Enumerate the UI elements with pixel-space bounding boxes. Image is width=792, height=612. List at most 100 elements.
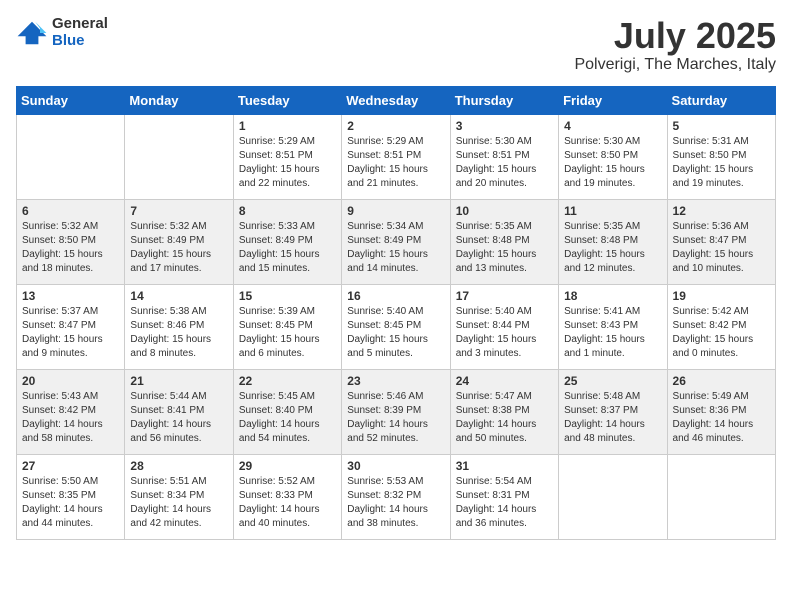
- day-info: Sunrise: 5:44 AMSunset: 8:41 PMDaylight:…: [130, 390, 227, 446]
- day-info: Sunrise: 5:52 AMSunset: 8:33 PMDaylight:…: [239, 475, 336, 531]
- day-info: Sunrise: 5:32 AMSunset: 8:50 PMDaylight:…: [22, 220, 119, 276]
- day-number: 18: [564, 289, 661, 303]
- table-row: 21 Sunrise: 5:44 AMSunset: 8:41 PMDayligh…: [125, 369, 233, 454]
- table-row: 14Sunrise: 5:38 AMSunset: 8:46 PMDayligh…: [125, 284, 233, 369]
- table-row: 30Sunrise: 5:53 AMSunset: 8:32 PMDayligh…: [342, 454, 450, 539]
- table-row: 25Sunrise: 5:48 AMSunset: 8:37 PMDayligh…: [559, 369, 667, 454]
- day-info: Sunrise: 5:35 AMSunset: 8:48 PMDaylight:…: [456, 220, 553, 276]
- day-number: 15: [239, 289, 336, 303]
- table-row: 2 Sunrise: 5:29 AMSunset: 8:51 PMDaylight…: [342, 114, 450, 199]
- calendar-week-row: 20Sunrise: 5:43 AMSunset: 8:42 PMDayligh…: [17, 369, 776, 454]
- table-row: 6 Sunrise: 5:32 AMSunset: 8:50 PMDaylight…: [17, 199, 125, 284]
- day-number: 28: [130, 459, 227, 473]
- table-row: 15 Sunrise: 5:39 AMSunset: 8:45 PMDayligh…: [233, 284, 341, 369]
- day-number: 29: [239, 459, 336, 473]
- day-info: Sunrise: 5:30 AMSunset: 8:50 PMDaylight:…: [564, 135, 661, 191]
- col-saturday: Saturday: [667, 86, 775, 114]
- col-friday: Friday: [559, 86, 667, 114]
- day-number: 21: [130, 374, 227, 388]
- day-info: Sunrise: 5:45 AMSunset: 8:40 PMDaylight:…: [239, 390, 336, 446]
- day-info: Sunrise: 5:40 AMSunset: 8:45 PMDaylight:…: [347, 305, 444, 361]
- logo-blue-text: Blue: [52, 33, 108, 50]
- table-row: 1Sunrise: 5:29 AMSunset: 8:51 PMDaylight…: [233, 114, 341, 199]
- table-row: 22 Sunrise: 5:45 AMSunset: 8:40 PMDayligh…: [233, 369, 341, 454]
- day-info: Sunrise: 5:40 AMSunset: 8:44 PMDaylight:…: [456, 305, 553, 361]
- day-info: Sunrise: 5:41 AMSunset: 8:43 PMDaylight:…: [564, 305, 661, 361]
- col-tuesday: Tuesday: [233, 86, 341, 114]
- calendar-header-row: Sunday Monday Tuesday Wednesday Thursday…: [17, 86, 776, 114]
- table-row: 26Sunrise: 5:49 AMSunset: 8:36 PMDayligh…: [667, 369, 775, 454]
- col-monday: Monday: [125, 86, 233, 114]
- table-row: 10 Sunrise: 5:35 AMSunset: 8:48 PMDayligh…: [450, 199, 558, 284]
- table-row: [17, 114, 125, 199]
- table-row: [667, 454, 775, 539]
- day-number: 12: [673, 204, 770, 218]
- day-number: 27: [22, 459, 119, 473]
- table-row: [125, 114, 233, 199]
- table-row: 11 Sunrise: 5:35 AMSunset: 8:48 PMDayligh…: [559, 199, 667, 284]
- day-info: Sunrise: 5:35 AMSunset: 8:48 PMDaylight:…: [564, 220, 661, 276]
- logo-text: General Blue: [52, 16, 108, 49]
- day-number: 23: [347, 374, 444, 388]
- logo: General Blue: [16, 16, 108, 49]
- location-title: Polverigi, The Marches, Italy: [574, 56, 776, 74]
- table-row: 28Sunrise: 5:51 AMSunset: 8:34 PMDayligh…: [125, 454, 233, 539]
- logo-icon: [16, 19, 48, 47]
- day-info: Sunrise: 5:33 AMSunset: 8:49 PMDaylight:…: [239, 220, 336, 276]
- day-info: Sunrise: 5:29 AMSunset: 8:51 PMDaylight:…: [347, 135, 444, 191]
- calendar-table: Sunday Monday Tuesday Wednesday Thursday…: [16, 86, 776, 540]
- table-row: 27 Sunrise: 5:50 AMSunset: 8:35 PMDayligh…: [17, 454, 125, 539]
- month-title: July 2025: [574, 16, 776, 56]
- col-wednesday: Wednesday: [342, 86, 450, 114]
- day-info: Sunrise: 5:53 AMSunset: 8:32 PMDaylight:…: [347, 475, 444, 531]
- table-row: 9 Sunrise: 5:34 AMSunset: 8:49 PMDaylight…: [342, 199, 450, 284]
- day-number: 22: [239, 374, 336, 388]
- day-info: Sunrise: 5:39 AMSunset: 8:45 PMDaylight:…: [239, 305, 336, 361]
- day-number: 7: [130, 204, 227, 218]
- col-sunday: Sunday: [17, 86, 125, 114]
- day-number: 5: [673, 119, 770, 133]
- day-info: Sunrise: 5:31 AMSunset: 8:50 PMDaylight:…: [673, 135, 770, 191]
- day-info: Sunrise: 5:47 AMSunset: 8:38 PMDaylight:…: [456, 390, 553, 446]
- day-info: Sunrise: 5:49 AMSunset: 8:36 PMDaylight:…: [673, 390, 770, 446]
- day-number: 6: [22, 204, 119, 218]
- table-row: 16 Sunrise: 5:40 AMSunset: 8:45 PMDayligh…: [342, 284, 450, 369]
- table-row: 18 Sunrise: 5:41 AMSunset: 8:43 PMDayligh…: [559, 284, 667, 369]
- day-number: 17: [456, 289, 553, 303]
- table-row: 29 Sunrise: 5:52 AMSunset: 8:33 PMDayligh…: [233, 454, 341, 539]
- day-info: Sunrise: 5:46 AMSunset: 8:39 PMDaylight:…: [347, 390, 444, 446]
- table-row: 23 Sunrise: 5:46 AMSunset: 8:39 PMDayligh…: [342, 369, 450, 454]
- col-thursday: Thursday: [450, 86, 558, 114]
- calendar-week-row: 6 Sunrise: 5:32 AMSunset: 8:50 PMDaylight…: [17, 199, 776, 284]
- day-number: 3: [456, 119, 553, 133]
- calendar-week-row: 1Sunrise: 5:29 AMSunset: 8:51 PMDaylight…: [17, 114, 776, 199]
- table-row: 24Sunrise: 5:47 AMSunset: 8:38 PMDayligh…: [450, 369, 558, 454]
- day-number: 4: [564, 119, 661, 133]
- day-number: 9: [347, 204, 444, 218]
- day-info: Sunrise: 5:43 AMSunset: 8:42 PMDaylight:…: [22, 390, 119, 446]
- page-header: General Blue July 2025 Polverigi, The Ma…: [16, 16, 776, 74]
- day-number: 10: [456, 204, 553, 218]
- table-row: 3 Sunrise: 5:30 AMSunset: 8:51 PMDaylight…: [450, 114, 558, 199]
- day-info: Sunrise: 5:34 AMSunset: 8:49 PMDaylight:…: [347, 220, 444, 276]
- logo-general-text: General: [52, 16, 108, 33]
- day-info: Sunrise: 5:50 AMSunset: 8:35 PMDaylight:…: [22, 475, 119, 531]
- table-row: 4 Sunrise: 5:30 AMSunset: 8:50 PMDaylight…: [559, 114, 667, 199]
- day-number: 31: [456, 459, 553, 473]
- day-info: Sunrise: 5:32 AMSunset: 8:49 PMDaylight:…: [130, 220, 227, 276]
- table-row: 19 Sunrise: 5:42 AMSunset: 8:42 PMDayligh…: [667, 284, 775, 369]
- day-info: Sunrise: 5:30 AMSunset: 8:51 PMDaylight:…: [456, 135, 553, 191]
- day-info: Sunrise: 5:37 AMSunset: 8:47 PMDaylight:…: [22, 305, 119, 361]
- day-number: 2: [347, 119, 444, 133]
- table-row: 8Sunrise: 5:33 AMSunset: 8:49 PMDaylight…: [233, 199, 341, 284]
- day-number: 13: [22, 289, 119, 303]
- day-info: Sunrise: 5:42 AMSunset: 8:42 PMDaylight:…: [673, 305, 770, 361]
- table-row: 12 Sunrise: 5:36 AMSunset: 8:47 PMDayligh…: [667, 199, 775, 284]
- day-info: Sunrise: 5:36 AMSunset: 8:47 PMDaylight:…: [673, 220, 770, 276]
- table-row: 20Sunrise: 5:43 AMSunset: 8:42 PMDayligh…: [17, 369, 125, 454]
- day-info: Sunrise: 5:29 AMSunset: 8:51 PMDaylight:…: [239, 135, 336, 191]
- day-number: 11: [564, 204, 661, 218]
- day-number: 16: [347, 289, 444, 303]
- day-number: 14: [130, 289, 227, 303]
- day-number: 19: [673, 289, 770, 303]
